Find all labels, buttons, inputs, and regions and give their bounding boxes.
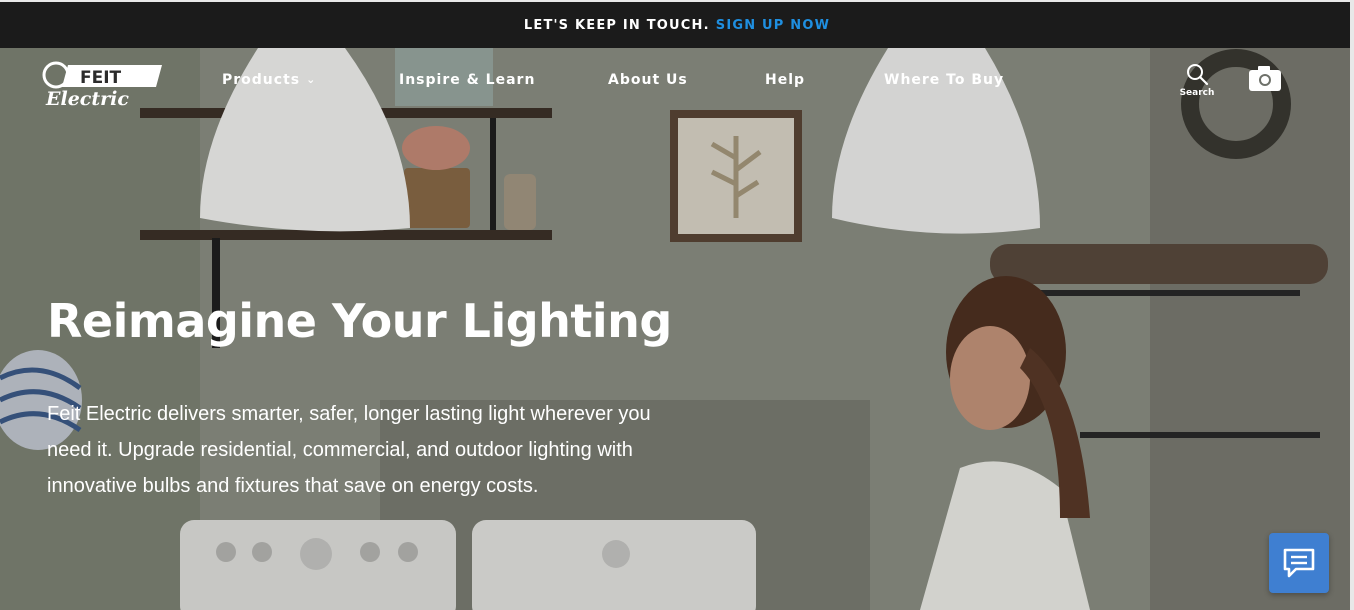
chat-icon [1283, 548, 1315, 578]
promo-bar: LET'S KEEP IN TOUCH. SIGN UP NOW [0, 0, 1354, 48]
camera-icon[interactable] [1248, 64, 1282, 92]
hero-subtext: Feit Electric delivers smarter, safer, l… [47, 403, 651, 497]
nav-about-us[interactable]: About Us [608, 72, 688, 88]
feit-electric-logo[interactable]: FEIT Electric [42, 58, 164, 108]
search-label: Search [1179, 88, 1215, 98]
nav-where-to-buy[interactable]: Where To Buy [884, 72, 1004, 88]
scrollbar[interactable] [1350, 0, 1354, 610]
nav-help[interactable]: Help [765, 72, 805, 88]
chevron-down-icon: ⌄ [306, 73, 317, 86]
hero-headline: Reimagine Your Lighting [47, 294, 672, 348]
sign-up-link[interactable]: SIGN UP NOW [716, 18, 830, 33]
nav-products[interactable]: Products ⌄ [222, 72, 316, 88]
nav-products-label: Products [222, 72, 301, 88]
chat-button[interactable] [1269, 533, 1329, 593]
search-button[interactable]: Search [1176, 62, 1218, 102]
nav-inspire-learn[interactable]: Inspire & Learn [399, 72, 535, 88]
search-icon [1187, 64, 1209, 86]
main-nav: FEIT Electric Products ⌄ Inspire & Learn … [0, 48, 1354, 118]
promo-text: LET'S KEEP IN TOUCH. [523, 17, 710, 33]
logo-text-electric: Electric [45, 88, 129, 108]
logo-text-feit: FEIT [80, 68, 122, 88]
